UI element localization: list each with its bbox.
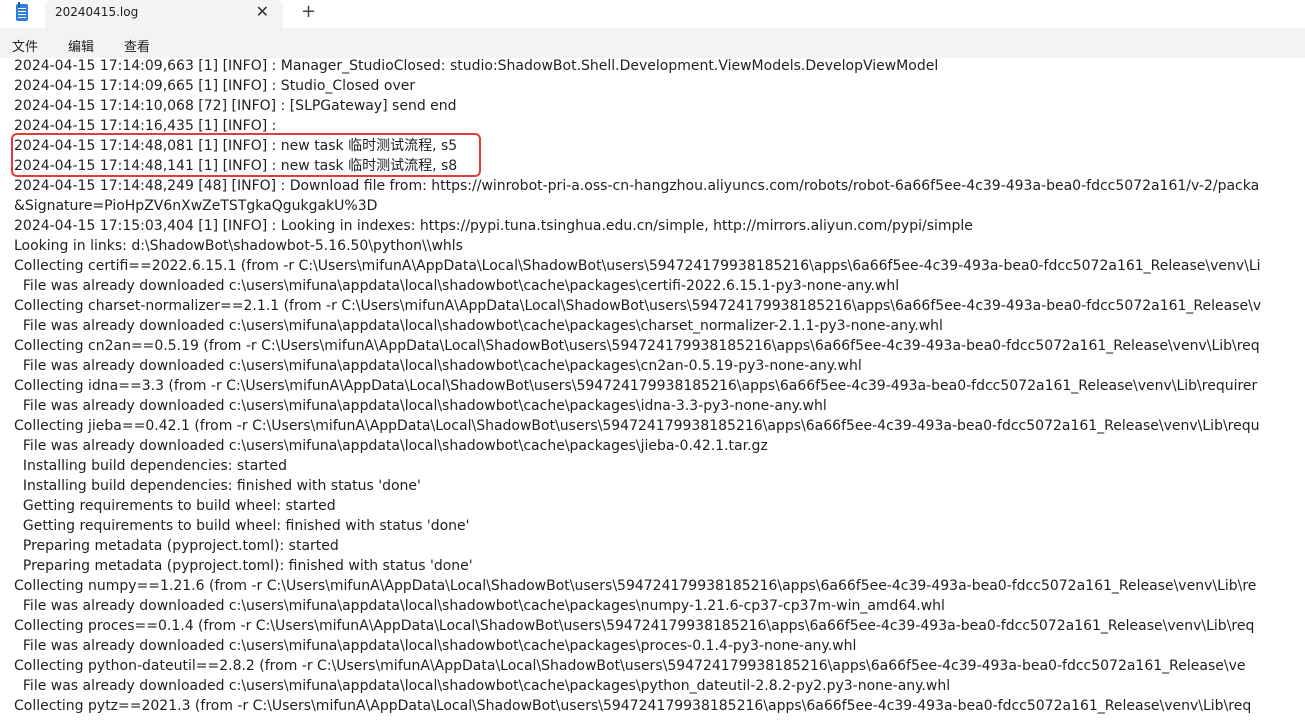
log-line: File was already downloaded c:\users\mif… — [14, 678, 951, 694]
log-line: 2024-04-15 17:14:48,141 [1] [INFO] : new… — [14, 158, 458, 174]
menu-view[interactable]: 查看 — [124, 36, 150, 55]
log-line: Collecting cn2an==0.5.19 (from -r C:\Use… — [14, 338, 1260, 354]
log-content: 2024-04-15 17:14:09,663 [1] [INFO] : Man… — [14, 58, 1261, 716]
log-line: 2024-04-15 17:14:10,068 [72] [INFO] : [S… — [14, 98, 457, 114]
notepad-icon — [16, 2, 28, 21]
log-line: Collecting numpy==1.21.6 (from -r C:\Use… — [14, 578, 1257, 594]
log-line: Getting requirements to build wheel: fin… — [14, 518, 470, 534]
log-line: Collecting certifi==2022.6.15.1 (from -r… — [14, 258, 1261, 274]
close-icon[interactable]: ✕ — [256, 2, 269, 22]
log-line: Installing build dependencies: finished … — [14, 478, 421, 494]
log-line: 2024-04-15 17:14:48,249 [48] [INFO] : Do… — [14, 178, 1260, 194]
menu-file[interactable]: 文件 — [12, 36, 38, 55]
log-line: Collecting idna==3.3 (from -r C:\Users\m… — [14, 378, 1258, 394]
log-line: Collecting charset-normalizer==2.1.1 (fr… — [14, 298, 1262, 314]
text-editor[interactable]: 2024-04-15 17:14:09,663 [1] [INFO] : Man… — [0, 58, 1305, 722]
log-line: Preparing metadata (pyproject.toml): fin… — [14, 558, 473, 574]
log-line: File was already downloaded c:\users\mif… — [14, 638, 857, 654]
log-line: 2024-04-15 17:14:09,663 [1] [INFO] : Man… — [14, 58, 939, 74]
log-line: Collecting pytz==2021.3 (from -r C:\User… — [14, 698, 1252, 714]
log-line: Preparing metadata (pyproject.toml): sta… — [14, 538, 339, 554]
menu-edit[interactable]: 编辑 — [68, 36, 94, 55]
log-line: File was already downloaded c:\users\mif… — [14, 438, 768, 454]
log-line: File was already downloaded c:\users\mif… — [14, 358, 862, 374]
log-line: 2024-04-15 17:14:16,435 [1] [INFO] : — [14, 118, 277, 134]
log-line: Looking in links: d:\ShadowBot\shadowbot… — [14, 238, 463, 254]
log-line: Collecting python-dateutil==2.8.2 (from … — [14, 658, 1246, 674]
plus-icon[interactable]: + — [301, 1, 316, 23]
tab-bar: 20240415.log ✕ + — [0, 0, 1305, 28]
log-line: 2024-04-15 17:14:48,081 [1] [INFO] : new… — [14, 138, 458, 154]
log-line: File was already downloaded c:\users\mif… — [14, 318, 943, 334]
log-line: &Signature=PioHpZV6nXwZeTSTgkaQgukgakU%3… — [14, 198, 378, 214]
log-line: Installing build dependencies: started — [14, 458, 288, 474]
log-line: Collecting proces==0.1.4 (from -r C:\Use… — [14, 618, 1255, 634]
tab-title: 20240415.log — [55, 5, 139, 19]
tab-log-file[interactable]: 20240415.log ✕ — [45, 0, 283, 28]
log-line: 2024-04-15 17:14:09,665 [1] [INFO] : Stu… — [14, 78, 416, 94]
log-line: Getting requirements to build wheel: sta… — [14, 498, 336, 514]
log-line: File was already downloaded c:\users\mif… — [14, 398, 827, 414]
log-line: File was already downloaded c:\users\mif… — [14, 278, 900, 294]
menu-bar: 文件 编辑 查看 — [0, 28, 1305, 58]
log-line: File was already downloaded c:\users\mif… — [14, 598, 945, 614]
log-line: 2024-04-15 17:15:03,404 [1] [INFO] : Loo… — [14, 218, 973, 234]
log-line: Collecting jieba==0.42.1 (from -r C:\Use… — [14, 418, 1260, 434]
